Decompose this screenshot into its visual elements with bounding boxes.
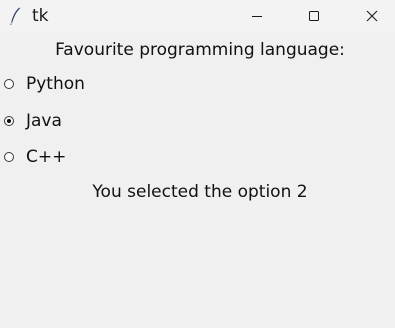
radio-button-icon[interactable] — [4, 79, 14, 89]
minimize-icon — [251, 7, 263, 26]
radio-option-cpp[interactable]: C++ — [4, 145, 66, 169]
radio-option-python[interactable]: Python — [4, 72, 85, 96]
window-title: tk — [32, 6, 49, 26]
window-content: Favourite programming language: Python J… — [0, 32, 395, 328]
close-button[interactable] — [349, 0, 395, 32]
radio-label[interactable]: Python — [26, 73, 85, 95]
maximize-icon — [308, 7, 320, 26]
minimize-button[interactable] — [234, 0, 280, 32]
close-icon — [366, 7, 378, 26]
selection-result-label: You selected the option 2 — [92, 182, 308, 202]
radio-button-checked-icon[interactable] — [4, 116, 14, 126]
question-label: Favourite programming language: — [55, 40, 345, 60]
feather-icon — [8, 6, 22, 26]
maximize-button[interactable] — [291, 0, 337, 32]
radio-option-java[interactable]: Java — [4, 109, 62, 133]
radio-button-icon[interactable] — [4, 152, 14, 162]
radio-label[interactable]: Java — [26, 110, 62, 132]
tk-window: tk Favourite programming language: Pytho… — [0, 0, 395, 328]
title-bar[interactable]: tk — [0, 0, 395, 32]
radio-label[interactable]: C++ — [26, 146, 66, 168]
